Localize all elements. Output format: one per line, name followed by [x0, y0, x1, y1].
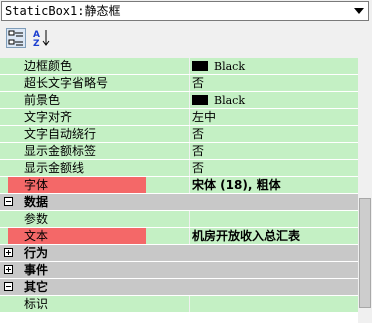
property-row[interactable]: 前景色 Black [0, 92, 358, 108]
column-divider[interactable] [189, 92, 190, 108]
property-name: 标识 [24, 297, 49, 311]
property-row[interactable]: 文本 机房开放收入总汇表 [0, 228, 358, 244]
property-row[interactable]: 字体 宋体 (18), 粗体 [0, 177, 358, 193]
property-name: 边框颜色 [24, 59, 73, 73]
column-divider[interactable] [189, 58, 190, 74]
property-row[interactable]: 显示金额标签 否 [0, 143, 358, 159]
color-name: Black [214, 94, 245, 107]
column-divider[interactable] [189, 75, 190, 91]
category-8[interactable]: 数据 [0, 194, 358, 210]
property-name: 文本 [8, 228, 146, 244]
property-value[interactable]: 否 [192, 126, 204, 142]
object-selector-dropdown[interactable]: StaticBox1:静态框 [1, 1, 369, 21]
column-divider[interactable] [189, 228, 190, 244]
property-value[interactable]: Black [192, 92, 245, 108]
category-label: 事件 [24, 263, 49, 277]
category-11[interactable]: 行为 [0, 245, 358, 261]
property-name: 显示金额线 [24, 161, 85, 175]
color-swatch [192, 95, 208, 105]
expand-icon[interactable] [4, 248, 13, 257]
property-value[interactable]: 宋体 (18), 粗体 [192, 177, 281, 193]
property-name: 文字对齐 [24, 110, 73, 124]
property-row[interactable]: 显示金额线 否 [0, 160, 358, 176]
property-row[interactable]: 标识 [0, 296, 358, 312]
property-row[interactable]: 文字自动绕行 否 [0, 126, 358, 142]
column-divider[interactable] [189, 160, 190, 176]
column-divider[interactable] [189, 177, 190, 193]
category-label: 行为 [24, 246, 49, 260]
property-grid: 边框颜色 Black 超长文字省略号否前景色 Black 文字对齐 左中 文字自动绕行否显示… [0, 58, 358, 323]
column-divider[interactable] [189, 296, 190, 312]
expand-icon[interactable] [4, 265, 13, 274]
property-value[interactable]: 否 [192, 75, 204, 91]
property-name: 文字自动绕行 [24, 127, 97, 141]
category-label: 数据 [24, 195, 49, 209]
category-12[interactable]: 事件 [0, 262, 358, 278]
property-value[interactable]: 否 [192, 160, 204, 176]
column-divider[interactable] [189, 109, 190, 125]
category-label: 其它 [24, 280, 49, 294]
svg-text:Z: Z [33, 39, 40, 48]
color-swatch [192, 61, 208, 71]
property-name: 参数 [24, 212, 49, 226]
collapse-icon[interactable] [4, 197, 13, 206]
column-divider[interactable] [189, 126, 190, 142]
column-divider[interactable] [189, 143, 190, 159]
alphabetical-view-button[interactable]: A Z [32, 28, 52, 48]
property-toolbar: A Z [0, 22, 372, 56]
scrollbar-thumb[interactable] [359, 198, 371, 308]
property-name: 字体 [8, 177, 146, 193]
category-13[interactable]: 其它 [0, 279, 358, 295]
property-value[interactable]: 左中 [192, 109, 216, 125]
property-grid-scrollbar[interactable] [358, 58, 372, 323]
property-row[interactable]: 超长文字省略号 否 [0, 75, 358, 91]
property-name: 超长文字省略号 [24, 76, 109, 90]
property-value[interactable]: Black [192, 58, 245, 74]
dropdown-arrow-icon[interactable] [354, 8, 364, 14]
collapse-icon[interactable] [4, 282, 13, 291]
object-selector-value: StaticBox1:静态框 [5, 4, 121, 18]
property-value[interactable]: 否 [192, 143, 204, 159]
property-row[interactable]: 参数 [0, 211, 358, 227]
categorized-icon [8, 30, 23, 46]
column-divider[interactable] [189, 211, 190, 227]
property-value[interactable]: 机房开放收入总汇表 [192, 228, 300, 244]
property-name: 显示金额标签 [24, 144, 97, 158]
property-row[interactable]: 文字对齐 左中 [0, 109, 358, 125]
property-name: 前景色 [24, 93, 61, 107]
sort-az-icon: A Z [33, 30, 50, 48]
color-name: Black [214, 60, 245, 73]
categorized-view-button[interactable] [6, 28, 26, 48]
property-row[interactable]: 边框颜色 Black [0, 58, 358, 74]
